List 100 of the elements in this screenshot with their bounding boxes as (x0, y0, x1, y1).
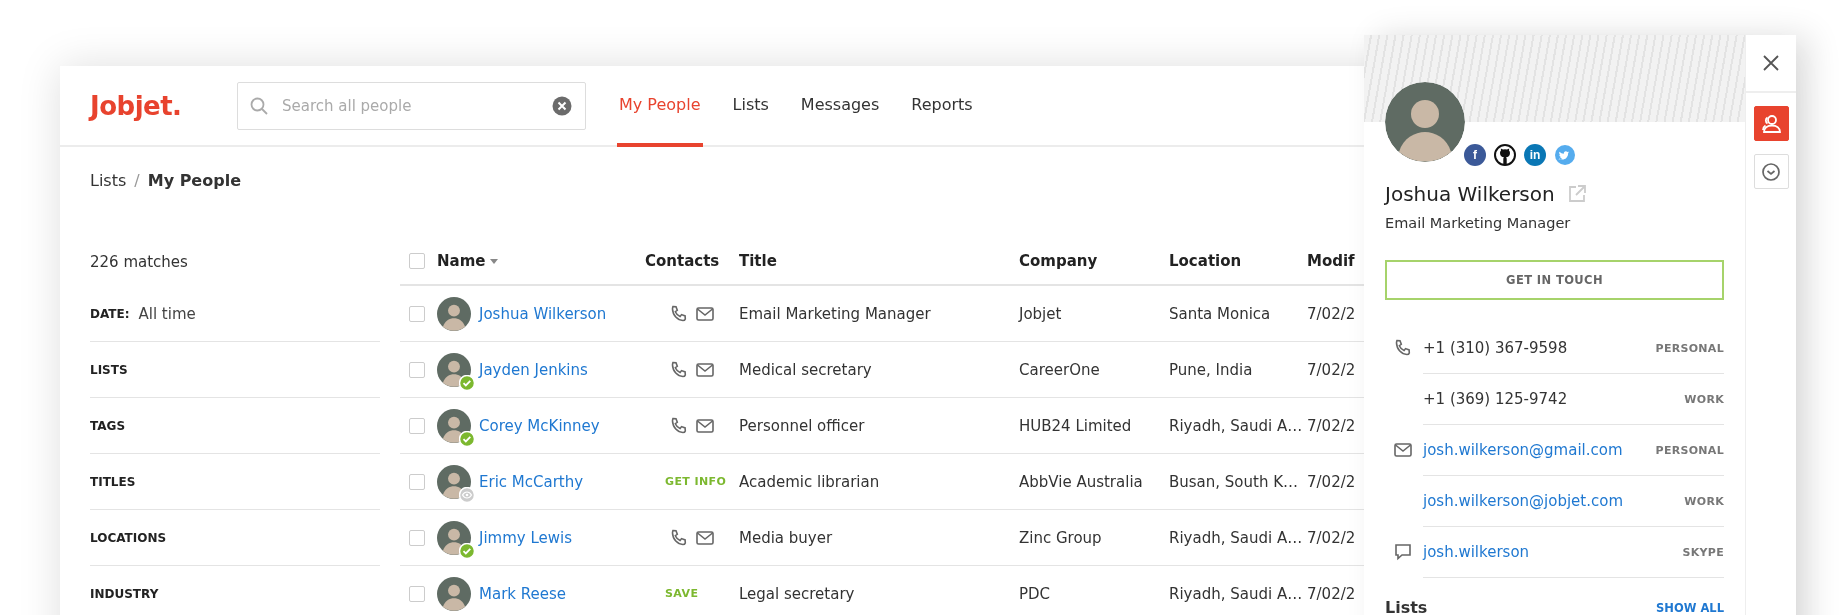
filter-item[interactable]: TITLES (90, 454, 380, 510)
person-name-link[interactable]: Jayden Jenkins (479, 360, 588, 379)
title-cell: Media buyer (739, 528, 833, 547)
match-count: 226 matches (90, 252, 189, 273)
profile-title: Email Marketing Manager (1385, 215, 1572, 231)
nav-tab[interactable]: My People (617, 66, 703, 147)
phone-icon (669, 303, 689, 324)
location-cell: Riyadh, Saudi A… (1169, 416, 1303, 435)
modified-cell: 7/02/2 (1307, 416, 1356, 435)
title-cell: Legal secretary (739, 584, 855, 603)
facebook-icon[interactable]: f (1464, 144, 1486, 166)
row-checkbox[interactable] (409, 417, 425, 434)
column-header[interactable]: Title (739, 252, 777, 270)
filter-item[interactable]: INDUSTRY (90, 566, 380, 615)
filter-label: TITLES (90, 474, 136, 489)
logo[interactable]: Jobjet. (90, 90, 237, 121)
title-cell: Academic librarian (739, 472, 880, 491)
nav-tab[interactable]: Reports (909, 66, 975, 147)
column-header[interactable]: Contacts (645, 252, 720, 270)
row-checkbox[interactable] (409, 585, 425, 602)
company-cell: HUB24 Limited (1019, 416, 1132, 435)
company-cell: Jobjet (1019, 304, 1062, 323)
company-cell: PDC (1019, 584, 1051, 603)
modified-cell: 7/02/2 (1307, 472, 1356, 491)
row-checkbox[interactable] (409, 305, 425, 322)
company-cell: AbbVie Australia (1019, 472, 1143, 491)
phone-icon (669, 527, 689, 548)
person-name-link[interactable]: Corey McKinney (479, 416, 600, 435)
nav-tab[interactable]: Messages (798, 66, 882, 147)
filter-item[interactable]: LOCATIONS (90, 510, 380, 566)
select-all-checkbox[interactable] (409, 253, 425, 269)
column-header[interactable]: Company (1019, 252, 1098, 270)
search-icon (249, 95, 269, 116)
row-checkbox[interactable] (409, 361, 425, 378)
phone-icon (669, 359, 689, 380)
filter-label: LISTS (90, 362, 128, 377)
linkedin-icon[interactable]: in (1524, 144, 1546, 166)
person-name-link[interactable]: Eric McCarthy (479, 472, 584, 491)
show-all-link[interactable]: SHOW ALL (1656, 600, 1724, 615)
contact-type-label: PERSONAL (1655, 443, 1724, 457)
lists-heading: Lists (1385, 598, 1428, 615)
contact-type-label: PERSONAL (1655, 341, 1724, 355)
row-checkbox[interactable] (409, 529, 425, 546)
profile-name: Joshua Wilkerson (1385, 182, 1555, 206)
filter-label: TAGS (90, 418, 126, 433)
title-cell: Medical secretary (739, 360, 872, 379)
contact-type-label: WORK (1684, 494, 1724, 508)
phone-number: +1 (369) 125-9742 (1423, 390, 1568, 408)
row-checkbox[interactable] (409, 473, 425, 490)
person-name-link[interactable]: Joshua Wilkerson (479, 304, 607, 323)
clock-icon (1761, 161, 1781, 182)
filter-value: All time (138, 304, 196, 323)
title-cell: Personnel officer (739, 416, 865, 435)
column-header[interactable]: Modif (1307, 252, 1355, 270)
phone-icon (1393, 338, 1413, 358)
get-in-touch-button[interactable]: GET IN TOUCH (1385, 260, 1724, 300)
filter-label: LOCATIONS (90, 530, 167, 545)
location-cell: Riyadh, Saudi A… (1169, 528, 1303, 547)
filter-label: DATE: (90, 306, 130, 321)
clear-icon[interactable] (552, 95, 572, 116)
breadcrumb-link[interactable]: My People (147, 170, 241, 190)
location-cell: Santa Monica (1169, 304, 1271, 323)
contact-link[interactable]: josh.wilkerson (1423, 543, 1530, 561)
contact-type-label: WORK (1684, 392, 1724, 406)
avatar (437, 464, 471, 499)
location-cell: Pune, India (1169, 360, 1253, 379)
filter-item[interactable]: LISTS (90, 342, 380, 398)
twitter-icon[interactable] (1554, 144, 1576, 166)
filter-item[interactable]: TAGS (90, 398, 380, 454)
github-icon[interactable] (1494, 144, 1516, 166)
person-name-link[interactable]: Jimmy Lewis (479, 528, 573, 547)
contact-link[interactable]: josh.wilkerson@gmail.com (1423, 441, 1623, 459)
location-cell: Riyadh, Saudi A… (1169, 584, 1303, 603)
breadcrumb-separator: / (134, 170, 140, 190)
phone-icon (669, 415, 689, 436)
search-field[interactable]: Search all people (237, 81, 586, 130)
nav-tab[interactable]: Lists (730, 66, 771, 147)
people-icon (1760, 112, 1782, 135)
breadcrumb-link[interactable]: Lists (90, 170, 127, 190)
location-cell: Busan, South K… (1169, 472, 1299, 491)
chat-icon (1393, 542, 1413, 562)
phone-number: +1 (310) 367-9598 (1423, 339, 1568, 357)
side-tool-button[interactable] (1753, 106, 1789, 141)
modified-cell: 7/02/2 (1307, 304, 1356, 323)
external-link-icon[interactable] (1566, 184, 1587, 204)
modified-cell: 7/02/2 (1307, 528, 1356, 547)
title-cell: Email Marketing Manager (739, 304, 931, 323)
contact-type-label: SKYPE (1682, 545, 1724, 559)
filter-item[interactable]: DATE: All time (90, 286, 380, 342)
company-cell: Zinc Group (1019, 528, 1102, 547)
column-header[interactable]: Name (437, 252, 486, 270)
contact-link[interactable]: josh.wilkerson@jobjet.com (1423, 492, 1624, 510)
filter-label: INDUSTRY (90, 586, 159, 601)
company-cell: CareerOne (1019, 360, 1100, 379)
column-header[interactable]: Location (1169, 252, 1242, 270)
person-name-link[interactable]: Mark Reese (479, 584, 566, 603)
modified-cell: 7/02/2 (1307, 360, 1356, 379)
modified-cell: 7/02/2 (1307, 584, 1356, 603)
close-icon (1763, 55, 1779, 71)
mail-icon (1393, 440, 1413, 460)
